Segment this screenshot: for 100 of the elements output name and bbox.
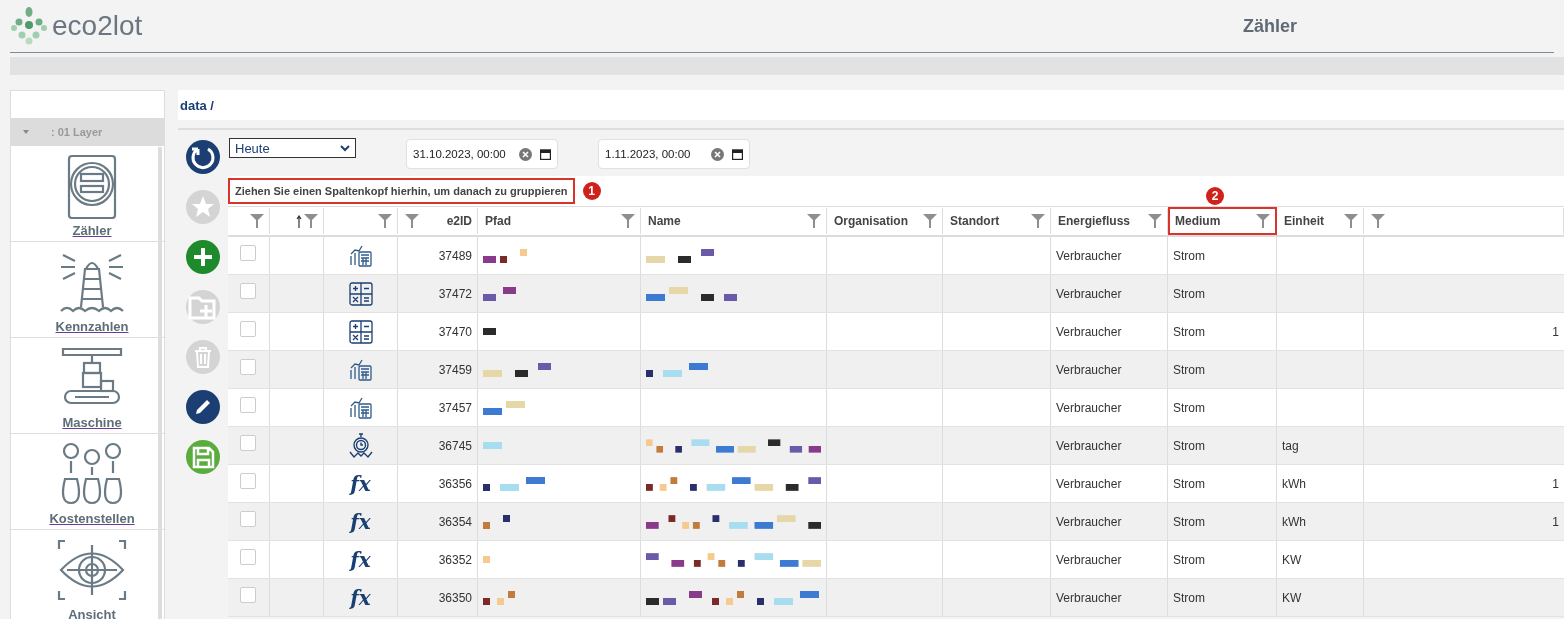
table-cell: KW <box>1282 552 1302 567</box>
sidebar-link[interactable]: Kennzahlen <box>55 319 129 334</box>
table-cell: Strom <box>1173 400 1205 415</box>
filter-icon[interactable] <box>250 214 264 228</box>
row-checkbox[interactable] <box>240 396 256 413</box>
blurred-text <box>483 590 515 605</box>
calculator-icon <box>348 319 373 344</box>
row-checkbox[interactable] <box>240 282 256 299</box>
table-cell: Verbraucher <box>1056 248 1122 263</box>
date-field[interactable]: 1.11.2023, 00:00 <box>598 139 750 169</box>
table-cell: Strom <box>1173 438 1205 453</box>
column-header[interactable]: Pfad <box>478 207 641 235</box>
filter-icon[interactable] <box>807 214 821 228</box>
row-checkbox[interactable] <box>240 548 256 565</box>
table-cell: 37470 <box>438 324 472 339</box>
filter-icon[interactable] <box>1256 214 1270 228</box>
table-cell: Strom <box>1173 248 1205 263</box>
clear-icon[interactable] <box>519 147 532 161</box>
blurred-text <box>646 362 708 377</box>
save-button[interactable] <box>186 440 220 474</box>
table-cell: Strom <box>1173 476 1205 491</box>
table-cell: Strom <box>1173 552 1205 567</box>
blurred-text <box>483 476 545 491</box>
table-cell: Verbraucher <box>1056 400 1122 415</box>
clear-icon[interactable] <box>711 147 724 161</box>
table-cell: Verbraucher <box>1056 590 1122 605</box>
filter-icon[interactable] <box>1148 214 1162 228</box>
table-cell: 1 <box>1552 324 1559 339</box>
calendar-icon[interactable] <box>540 148 551 160</box>
blurred-text <box>483 400 525 415</box>
table-cell: KW <box>1282 590 1302 605</box>
column-header[interactable]: e2ID <box>398 207 478 235</box>
stopwatch-icon <box>348 432 373 459</box>
group-by-hint: Ziehen Sie einen Spaltenkopf hierhin, um danach zu gruppieren <box>228 178 575 204</box>
chart-calculator-icon <box>348 357 373 382</box>
table-cell: tag <box>1282 438 1299 453</box>
table-cell: Verbraucher <box>1056 514 1122 529</box>
row-checkbox[interactable] <box>240 320 256 337</box>
eye-icon <box>57 537 127 603</box>
row-checkbox[interactable] <box>240 434 256 451</box>
column-header[interactable]: Einheit <box>1277 207 1364 235</box>
add-button[interactable] <box>186 240 220 274</box>
column-header[interactable]: Standort <box>943 207 1051 235</box>
filter-icon[interactable] <box>304 214 318 228</box>
page-title: Zähler <box>1242 15 1297 37</box>
row-checkbox[interactable] <box>240 472 256 489</box>
blurred-text <box>483 328 496 335</box>
filter-icon[interactable] <box>923 214 937 228</box>
table-cell: 36352 <box>438 552 472 567</box>
sort-arrow-icon <box>296 214 302 228</box>
table-cell: 37489 <box>438 248 472 263</box>
calculator-icon <box>348 281 373 306</box>
table-cell: 36354 <box>438 514 472 529</box>
table-cell: Strom <box>1173 286 1205 301</box>
filter-icon[interactable] <box>405 214 419 228</box>
sidebar-link[interactable]: Zähler <box>72 223 112 238</box>
row-checkbox[interactable] <box>240 244 256 261</box>
sidebar-link[interactable]: Ansicht <box>68 607 116 619</box>
row-checkbox[interactable] <box>240 358 256 375</box>
table-cell: Strom <box>1173 362 1205 377</box>
chart-calculator-icon <box>348 243 373 268</box>
table-cell: 36745 <box>438 438 472 453</box>
logo-text: eco2lot <box>52 10 143 42</box>
edit-button[interactable] <box>186 390 220 424</box>
filter-icon[interactable] <box>1344 214 1358 228</box>
blurred-text <box>483 556 490 563</box>
chevron-down-icon <box>340 144 350 152</box>
table-cell: Verbraucher <box>1056 286 1122 301</box>
filter-icon[interactable] <box>1031 214 1045 228</box>
table-cell: Verbraucher <box>1056 438 1122 453</box>
table-cell: 37459 <box>438 362 472 377</box>
calendar-icon[interactable] <box>732 148 743 160</box>
row-checkbox[interactable] <box>240 586 256 603</box>
formula-icon: fx <box>350 509 371 534</box>
table-cell: kWh <box>1282 514 1306 529</box>
sidebar-link[interactable]: Maschine <box>62 415 122 430</box>
blurred-text <box>483 442 502 449</box>
table-cell: Verbraucher <box>1056 552 1122 567</box>
filter-icon[interactable] <box>1371 214 1385 228</box>
logo-icon <box>10 6 48 46</box>
row-checkbox[interactable] <box>240 510 256 527</box>
filter-icon[interactable] <box>378 214 392 228</box>
date-field[interactable]: 31.10.2023, 00:00 <box>406 139 558 169</box>
breadcrumb[interactable]: data / <box>180 97 214 113</box>
column-header[interactable]: Energiefluss <box>1051 207 1168 235</box>
period-dropdown[interactable]: Heute <box>229 138 356 158</box>
table-cell: kWh <box>1282 476 1306 491</box>
blurred-text <box>483 286 516 301</box>
table-cell: 37472 <box>438 286 472 301</box>
refresh-button[interactable] <box>186 140 220 174</box>
table-cell: 36350 <box>438 590 472 605</box>
column-header[interactable]: Name <box>641 207 827 235</box>
blurred-text <box>646 248 714 263</box>
chart-calculator-icon <box>348 395 373 420</box>
annotation-badge: 1 <box>582 182 601 200</box>
column-header[interactable]: Organisation <box>827 207 943 235</box>
blurred-text <box>483 362 551 377</box>
sidebar-link[interactable]: Kostenstellen <box>49 511 135 526</box>
table-cell: 36356 <box>438 476 472 491</box>
filter-icon[interactable] <box>621 214 635 228</box>
